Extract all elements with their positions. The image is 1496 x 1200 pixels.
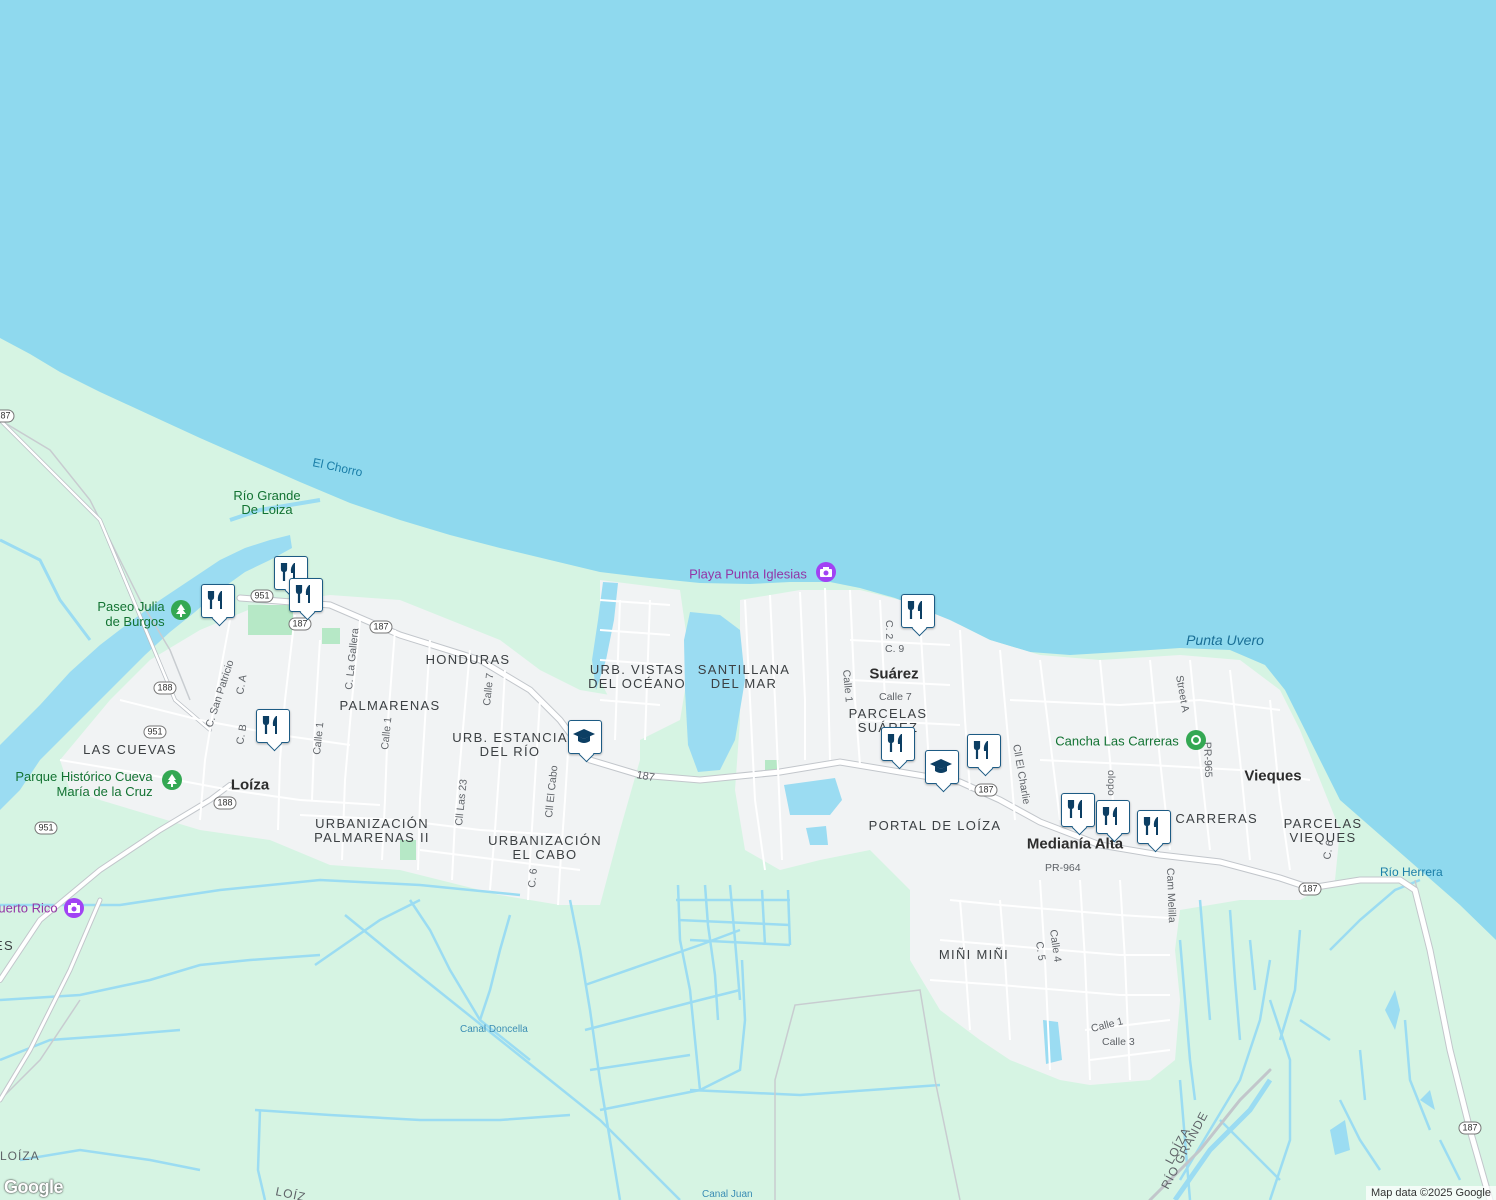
fork-knife-icon — [207, 591, 222, 609]
park-label-rio-grande-de-loiza: Río Grande De Loiza — [233, 489, 300, 517]
camera-icon[interactable] — [64, 898, 84, 918]
street-label: C. 2 — [883, 620, 895, 639]
route-shield: 187 — [1458, 1121, 1482, 1135]
street-label: olopo — [1105, 770, 1117, 796]
fork-knife-icon — [1143, 817, 1158, 835]
google-logo[interactable]: Google — [4, 1177, 64, 1198]
area-label-el-cabo: URBANIZACIÓN EL CABO — [488, 834, 602, 862]
restaurant-marker[interactable] — [1061, 793, 1095, 829]
water-label-rio-herrera: Río Herrera — [1380, 865, 1443, 879]
park-label-line: Río Grande — [233, 488, 301, 503]
area-label-honduras: HONDURAS — [425, 652, 511, 667]
route-shield: 187 — [1298, 882, 1322, 896]
graduation-cap-icon — [573, 729, 595, 743]
school-marker[interactable] — [925, 750, 959, 786]
fork-knife-icon — [262, 716, 277, 734]
poi-label-paseo-julia-de-burgos[interactable]: Paseo Julia de Burgos — [97, 599, 164, 629]
park-area — [248, 605, 293, 635]
route-shield: 187 — [974, 783, 998, 797]
area-label-estancia-del-rio: URB. ESTANCIA DEL RÍO — [452, 731, 568, 759]
route-shield: 951 — [143, 725, 167, 739]
street-label: Calle 7 — [879, 691, 912, 703]
park-label-line: De Loiza — [241, 502, 293, 517]
area-label-palmarenas: PALMARENAS — [339, 698, 441, 713]
route-shield: 951 — [250, 589, 274, 603]
water-label-canal-juan: Canal Juan — [702, 1189, 753, 1200]
park-area — [322, 628, 340, 644]
town-label-mediania-alta: Medianía Alta — [1026, 835, 1124, 853]
area-label-line: DEL MAR — [710, 676, 778, 691]
restaurant-marker[interactable] — [967, 734, 1001, 770]
fork-knife-icon — [973, 741, 988, 759]
street-label: C. 6 — [526, 868, 540, 889]
town-label-vieques: Vieques — [1244, 767, 1302, 785]
restaurant-marker[interactable] — [1096, 800, 1130, 836]
park-icon[interactable] — [162, 770, 182, 790]
area-label-line: PALMARENAS II — [314, 830, 430, 845]
area-label-line: URB. VISTAS — [589, 662, 685, 677]
map-attribution[interactable]: Map data ©2025 Google — [1365, 1186, 1496, 1200]
street-label: Cam Melilla — [1164, 868, 1178, 923]
water-label-canal-doncella: Canal Doncella — [460, 1024, 528, 1035]
poi-label-line: de Burgos — [105, 614, 165, 629]
area-label-line: PARCELAS — [1283, 816, 1363, 831]
fork-knife-icon — [887, 734, 902, 752]
restaurant-marker[interactable] — [201, 584, 235, 620]
area-label-line: SANTILLANA — [697, 662, 791, 677]
street-label: Calle 3 — [1102, 1036, 1135, 1048]
route-shield: 187 — [369, 620, 393, 634]
fork-knife-icon — [295, 585, 310, 603]
restaurant-marker[interactable] — [881, 727, 915, 763]
town-label-loiza: Loíza — [230, 776, 270, 794]
area-label-fragment: ES — [0, 938, 14, 953]
border-label-loiza-west: LOÍZA — [0, 1148, 40, 1163]
park-icon[interactable] — [171, 600, 191, 620]
poi-label-puerto-rico[interactable]: uerto Rico — [0, 901, 58, 916]
route-shield: 188 — [153, 681, 177, 695]
restaurant-marker[interactable] — [289, 578, 323, 614]
fork-knife-icon — [1102, 807, 1117, 825]
area-label-line: PARCELAS — [848, 706, 928, 721]
poi-label-line: María de la Cruz — [56, 784, 153, 799]
area-label-line: DEL OCÉANO — [588, 676, 686, 691]
area-label-line: URBANIZACIÓN — [488, 833, 602, 848]
area-label-palmarenas-ii: URBANIZACIÓN PALMARENAS II — [314, 817, 430, 845]
area-label-portal-de-loiza: PORTAL DE LOÍZA — [868, 818, 1002, 833]
poi-label-cancha-las-carreras[interactable]: Cancha Las Carreras — [1055, 734, 1179, 749]
area-label-parcelas-vieques: PARCELAS VIEQUES — [1284, 817, 1363, 845]
restaurant-marker[interactable] — [256, 709, 290, 745]
place-label-punta-uvero: Punta Uvero — [1186, 632, 1264, 648]
area-label-line: DEL RÍO — [479, 744, 541, 759]
route-shield: 187 — [0, 409, 15, 423]
street-label: PR-964 — [1045, 862, 1081, 874]
area-label-line: VIEQUES — [1289, 830, 1357, 845]
school-marker[interactable] — [568, 720, 602, 756]
poi-label-parque-cueva[interactable]: Parque Histórico Cueva María de la Cruz — [15, 769, 152, 799]
area-label-vistas-del-oceano: URB. VISTAS DEL OCÉANO — [588, 663, 686, 691]
town-label-suarez: Suárez — [869, 665, 919, 683]
restaurant-marker[interactable] — [1137, 810, 1171, 846]
area-label-line: URBANIZACIÓN — [315, 816, 429, 831]
sports-icon[interactable] — [1186, 730, 1206, 750]
area-label-line: URB. ESTANCIA — [452, 730, 568, 745]
poi-label-line: Paseo Julia — [97, 599, 165, 614]
area-label-santillana-del-mar: SANTILLANA DEL MAR — [698, 663, 790, 691]
area-label-las-cuevas: LAS CUEVAS — [83, 742, 177, 757]
fork-knife-icon — [1067, 800, 1082, 818]
area-label-mini-mini: MIÑI MIÑI — [938, 947, 1010, 962]
route-shield: 951 — [34, 821, 58, 835]
fork-knife-icon — [907, 601, 922, 619]
restaurant-marker[interactable] — [901, 594, 935, 630]
poi-label-line: Parque Histórico Cueva — [15, 769, 153, 784]
area-label-line: EL CABO — [512, 847, 578, 862]
camera-icon[interactable] — [816, 562, 836, 582]
poi-label-playa-punta-iglesias[interactable]: Playa Punta Iglesias — [689, 567, 807, 582]
street-label: C. 9 — [885, 643, 904, 655]
route-shield: 188 — [213, 796, 237, 810]
graduation-cap-icon — [930, 759, 952, 773]
